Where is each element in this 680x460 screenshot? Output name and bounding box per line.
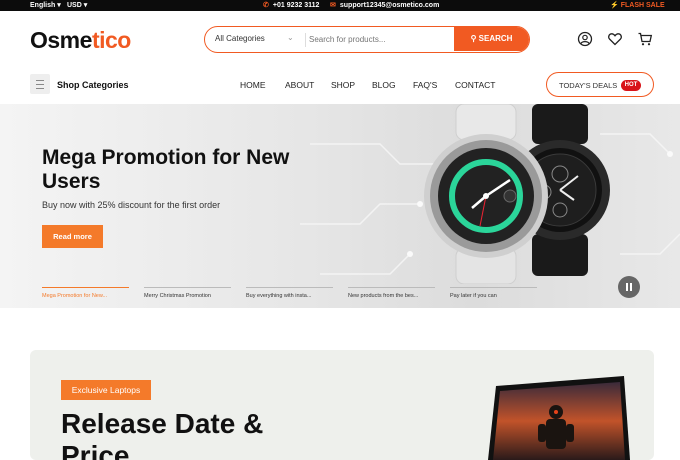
promo-title-line2: Price bbox=[61, 440, 130, 460]
hero-subtitle: Buy now with 25% discount for the first … bbox=[42, 200, 221, 210]
search-category-select[interactable]: All Categories bbox=[215, 34, 265, 43]
logo-text-accent: tico bbox=[91, 27, 131, 53]
email-contact[interactable]: ✉ support12345@osmetico.com bbox=[330, 1, 439, 10]
slide-tab-label: Merry Christmas Promotion bbox=[144, 293, 211, 299]
promo-title-line1: Release Date & bbox=[61, 408, 264, 439]
search-icon: ⚲ bbox=[470, 34, 479, 43]
read-more-button[interactable]: Read more bbox=[42, 225, 103, 248]
hero-slider: Mega Promotion for New Users Buy now wit… bbox=[0, 104, 680, 308]
flash-sale-link[interactable]: ⚡ FLASH SALE bbox=[610, 1, 665, 10]
currency-selector[interactable]: USD ▾ bbox=[67, 1, 87, 10]
slide-tab-label: Pay later if you can bbox=[450, 293, 497, 299]
nav-shop[interactable]: SHOP bbox=[331, 80, 355, 90]
search-divider bbox=[305, 33, 306, 47]
flash-sale-label: FLASH SALE bbox=[620, 2, 665, 9]
search-button[interactable]: ⚲ SEARCH bbox=[454, 27, 529, 51]
nav-contact[interactable]: CONTACT bbox=[455, 80, 495, 90]
laptop-image bbox=[488, 376, 630, 460]
shop-categories-label[interactable]: Shop Categories bbox=[57, 80, 129, 90]
slide-tab-3[interactable]: Buy everything with insta... bbox=[246, 287, 333, 299]
menu-icon[interactable] bbox=[30, 74, 50, 94]
hero-title: Mega Promotion for New Users bbox=[42, 146, 290, 193]
site-logo[interactable]: Osmetico bbox=[30, 26, 131, 54]
flash-icon: ⚡ bbox=[610, 2, 619, 9]
chevron-down-icon: ⌄ bbox=[287, 33, 294, 42]
slide-tab-1[interactable]: Mega Promotion for New... bbox=[42, 287, 129, 299]
email-address: support12345@osmetico.com bbox=[339, 2, 440, 9]
slide-tab-4[interactable]: New products from the bes... bbox=[348, 287, 435, 299]
top-bar: English ▾ USD ▾ ✆ +01 9232 3112 ✉ support1… bbox=[0, 0, 680, 11]
mail-icon: ✉ bbox=[330, 2, 336, 9]
slide-tab-label: New products from the bes... bbox=[348, 293, 419, 299]
promo-title: Release Date & Price bbox=[61, 408, 263, 460]
nav-blog[interactable]: BLOG bbox=[372, 80, 396, 90]
cart-icon[interactable] bbox=[637, 31, 653, 47]
slide-tab-5[interactable]: Pay later if you can bbox=[450, 287, 537, 299]
search-input[interactable] bbox=[309, 31, 449, 48]
slide-tab-label: Buy everything with insta... bbox=[246, 293, 312, 299]
slide-tab-2[interactable]: Merry Christmas Promotion bbox=[144, 287, 231, 299]
laptop-promo-section: Exclusive Laptops Release Date & Price bbox=[30, 350, 654, 460]
phone-contact[interactable]: ✆ +01 9232 3112 bbox=[263, 1, 319, 10]
user-icon[interactable] bbox=[577, 31, 593, 47]
phone-number: +01 9232 3112 bbox=[272, 2, 320, 9]
todays-deals-button[interactable]: TODAY'S DEALS HOT bbox=[546, 72, 654, 97]
heart-icon[interactable] bbox=[607, 31, 623, 47]
logo-text-primary: Osme bbox=[30, 27, 92, 53]
search-bar: All Categories ⌄ ⚲ SEARCH bbox=[204, 26, 530, 53]
nav-faqs[interactable]: FAQ'S bbox=[413, 80, 437, 90]
silver-watch-image bbox=[424, 104, 548, 284]
language-selector[interactable]: English ▾ bbox=[30, 1, 61, 10]
exclusive-laptops-tag: Exclusive Laptops bbox=[61, 380, 151, 400]
pause-button[interactable] bbox=[618, 276, 640, 298]
nav-home[interactable]: HOME bbox=[240, 80, 266, 90]
todays-deals-label: TODAY'S DEALS bbox=[559, 81, 618, 90]
hot-badge: HOT bbox=[621, 80, 641, 91]
phone-icon: ✆ bbox=[263, 2, 269, 9]
nav-about[interactable]: ABOUT bbox=[285, 80, 314, 90]
slide-tab-label: Mega Promotion for New... bbox=[42, 293, 108, 299]
search-button-label: SEARCH bbox=[478, 34, 513, 43]
